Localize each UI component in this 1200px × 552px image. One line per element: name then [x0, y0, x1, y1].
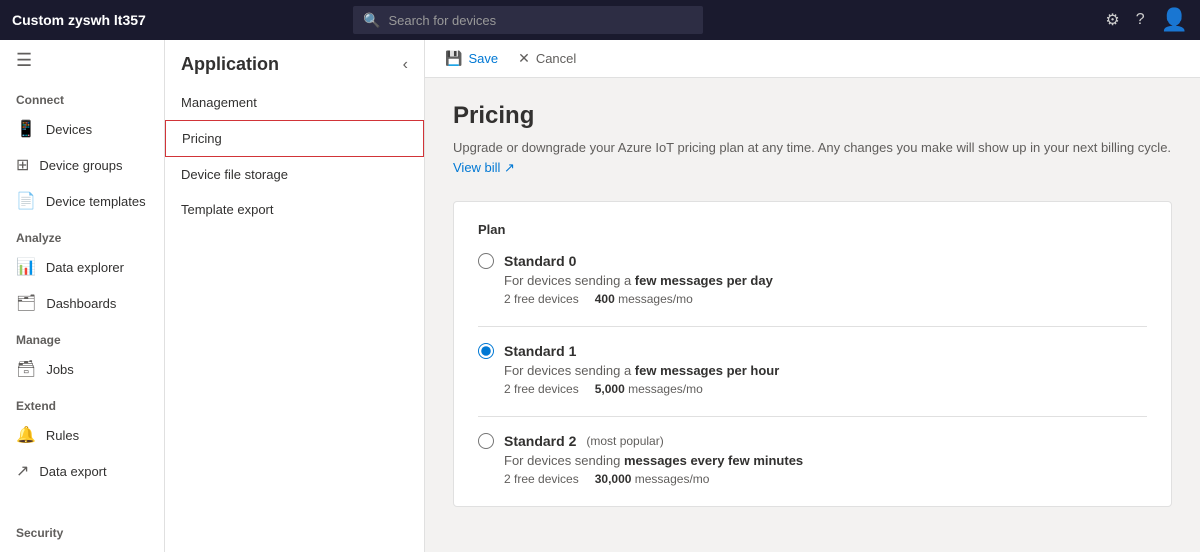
topbar: Custom zyswh lt357 🔍 ⚙ ? 👤 — [0, 0, 1200, 40]
topbar-icons: ⚙ ? 👤 — [1105, 7, 1188, 33]
save-icon: 💾 — [445, 50, 462, 67]
settings-icon[interactable]: ⚙ — [1105, 10, 1119, 30]
collapse-icon[interactable]: ‹ — [403, 56, 408, 74]
page-subtitle: Upgrade or downgrade your Azure IoT pric… — [453, 138, 1172, 177]
plan-0-name: Standard 0 — [504, 253, 576, 269]
cancel-icon: ✕ — [518, 50, 530, 67]
device-templates-icon: 📄 — [16, 191, 36, 211]
sidebar-item-data-export[interactable]: ↗ Data export — [0, 453, 164, 489]
plan-1-header: Standard 1 — [478, 343, 1147, 359]
plan-0-free-devices: 2 free devices — [504, 292, 579, 306]
sidebar-item-dashboards[interactable]: 🗂 Dashboards — [0, 285, 164, 321]
content-area: Pricing Upgrade or downgrade your Azure … — [425, 78, 1200, 552]
action-bar: 💾 Save ✕ Cancel — [425, 40, 1200, 78]
sidebar-item-label: Data explorer — [46, 260, 124, 275]
hamburger-button[interactable]: ☰ — [0, 40, 164, 81]
plan-card: Plan Standard 0 For devices sending a fe… — [453, 201, 1172, 507]
section-manage-label: Manage — [0, 321, 164, 351]
plan-1-details: 2 free devices 5,000 messages/mo — [504, 382, 1147, 396]
divider-1 — [478, 326, 1147, 327]
plan-2-details: 2 free devices 30,000 messages/mo — [504, 472, 1147, 486]
save-button[interactable]: 💾 Save — [445, 50, 498, 67]
plan-1-messages: 5,000 messages/mo — [595, 382, 703, 396]
plan-2-name: Standard 2 — [504, 433, 576, 449]
sidebar-item-rules[interactable]: 🔔 Rules — [0, 417, 164, 453]
save-label: Save — [468, 51, 498, 66]
plan-0-header: Standard 0 — [478, 253, 1147, 269]
plan-option-standard-1: Standard 1 For devices sending a few mes… — [478, 343, 1147, 396]
plan-1-bold: few messages per hour — [635, 363, 780, 378]
plan-2-bold: messages every few minutes — [624, 453, 803, 468]
sidebar-item-label: Devices — [46, 122, 92, 137]
plan-0-radio[interactable] — [478, 253, 494, 269]
plan-2-free-devices: 2 free devices — [504, 472, 579, 486]
dashboards-icon: 🗂 — [16, 293, 36, 313]
app-title: Custom zyswh lt357 — [12, 12, 146, 28]
sidebar-item-device-templates[interactable]: 📄 Device templates — [0, 183, 164, 219]
section-analyze-label: Analyze — [0, 219, 164, 249]
section-connect-label: Connect — [0, 81, 164, 111]
plan-2-header: Standard 2 (most popular) — [478, 433, 1147, 449]
rules-icon: 🔔 — [16, 425, 36, 445]
devices-icon: 📱 — [16, 119, 36, 139]
plan-0-bold: few messages per day — [635, 273, 773, 288]
plan-1-free-devices: 2 free devices — [504, 382, 579, 396]
view-bill-link[interactable]: View bill ↗ — [453, 160, 515, 175]
search-box[interactable]: 🔍 — [353, 6, 703, 34]
middle-panel: Application ‹ Management Pricing Device … — [165, 40, 425, 552]
main-content: 💾 Save ✕ Cancel Pricing Upgrade or downg… — [425, 40, 1200, 552]
section-extend-label: Extend — [0, 387, 164, 417]
plan-label: Plan — [478, 222, 1147, 237]
plan-0-details: 2 free devices 400 messages/mo — [504, 292, 1147, 306]
nav-pricing[interactable]: Pricing — [165, 120, 424, 157]
sidebar-item-label: Data export — [39, 464, 106, 479]
sidebar-item-jobs[interactable]: 🗃 Jobs — [0, 351, 164, 387]
plan-2-messages: 30,000 messages/mo — [595, 472, 710, 486]
divider-2 — [478, 416, 1147, 417]
plan-option-standard-2: Standard 2 (most popular) For devices se… — [478, 433, 1147, 486]
middle-panel-title: Application — [181, 54, 279, 75]
sidebar-item-label: Device templates — [46, 194, 146, 209]
sidebar: ☰ Connect 📱 Devices ⊞ Device groups 📄 De… — [0, 40, 165, 552]
plan-option-standard-0: Standard 0 For devices sending a few mes… — [478, 253, 1147, 306]
plan-1-radio[interactable] — [478, 343, 494, 359]
device-groups-icon: ⊞ — [16, 155, 29, 175]
subtitle-text: Upgrade or downgrade your Azure IoT pric… — [453, 140, 1171, 155]
plan-2-radio[interactable] — [478, 433, 494, 449]
page-title: Pricing — [453, 102, 1172, 130]
cancel-button[interactable]: ✕ Cancel — [518, 50, 576, 67]
search-icon: 🔍 — [363, 12, 380, 29]
middle-panel-header: Application ‹ — [165, 40, 424, 85]
sidebar-item-label: Jobs — [46, 362, 73, 377]
sidebar-item-data-explorer[interactable]: 📊 Data explorer — [0, 249, 164, 285]
section-security-label: Security — [0, 514, 164, 552]
data-export-icon: ↗ — [16, 461, 29, 481]
sidebar-item-label: Rules — [46, 428, 79, 443]
help-icon[interactable]: ? — [1136, 11, 1145, 29]
nav-device-file-storage[interactable]: Device file storage — [165, 157, 424, 192]
plan-2-desc: For devices sending messages every few m… — [504, 453, 1147, 468]
plan-0-desc: For devices sending a few messages per d… — [504, 273, 1147, 288]
plan-1-name: Standard 1 — [504, 343, 576, 359]
nav-management[interactable]: Management — [165, 85, 424, 120]
plan-0-messages: 400 messages/mo — [595, 292, 693, 306]
sidebar-item-label: Device groups — [39, 158, 122, 173]
sidebar-item-label: Dashboards — [46, 296, 116, 311]
sidebar-item-devices[interactable]: 📱 Devices — [0, 111, 164, 147]
sidebar-item-device-groups[interactable]: ⊞ Device groups — [0, 147, 164, 183]
cancel-label: Cancel — [536, 51, 576, 66]
search-input[interactable] — [388, 13, 693, 28]
plan-1-desc: For devices sending a few messages per h… — [504, 363, 1147, 378]
nav-template-export[interactable]: Template export — [165, 192, 424, 227]
data-explorer-icon: 📊 — [16, 257, 36, 277]
plan-2-badge: (most popular) — [586, 434, 663, 448]
main-layout: ☰ Connect 📱 Devices ⊞ Device groups 📄 De… — [0, 40, 1200, 552]
jobs-icon: 🗃 — [16, 359, 36, 379]
user-icon[interactable]: 👤 — [1161, 7, 1188, 33]
